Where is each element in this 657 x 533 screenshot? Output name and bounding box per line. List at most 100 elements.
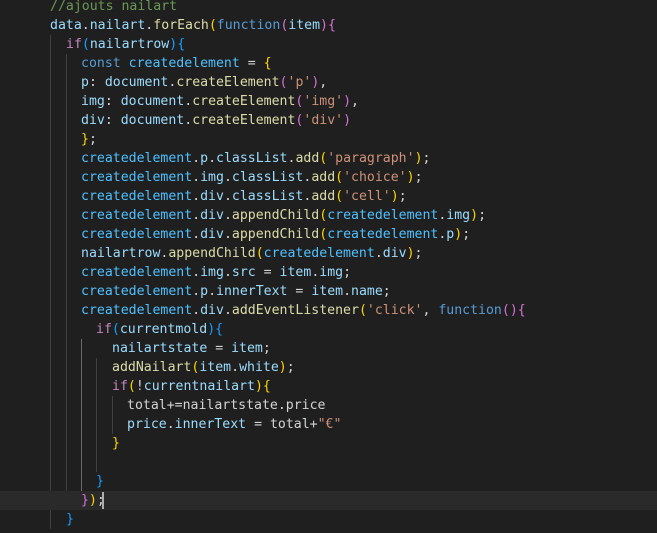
code-editor[interactable]: //ajouts nailart data.nailart.forEach(fun…: [0, 0, 657, 533]
code-token: //ajouts nailart: [50, 0, 178, 14]
code-token: {: [215, 322, 224, 337]
code-token: }: [66, 512, 74, 527]
code-text: price.innerText = total+"€": [127, 415, 341, 434]
code-text: if(nailartrow){: [66, 35, 185, 54]
code-token: :: [104, 113, 121, 128]
code-line[interactable]: createdelement.div.appendChild(createdel…: [0, 206, 657, 225]
code-line[interactable]: nailartstate = item;: [0, 339, 657, 358]
code-line[interactable]: if(nailartrow){: [0, 35, 657, 54]
code-line[interactable]: createdelement.img.classList.add('choice…: [0, 168, 657, 187]
code-text: nailartstate = item;: [112, 339, 271, 358]
code-token: appendChild: [231, 227, 320, 242]
code-line[interactable]: //ajouts nailart: [0, 0, 657, 16]
code-line[interactable]: [0, 453, 657, 472]
code-line[interactable]: createdelement.p.innerText = item.name;: [0, 282, 657, 301]
code-token: img: [200, 265, 224, 280]
code-token: createdelement: [81, 151, 193, 166]
code-line[interactable]: createdelement.img.src = item.img;: [0, 263, 657, 282]
code-line[interactable]: price.innerText = total+"€": [0, 415, 657, 434]
code-token: appendChild: [231, 208, 320, 223]
code-text: total+=nailartstate.price: [127, 396, 326, 415]
code-token: =: [207, 341, 232, 356]
code-line[interactable]: nailartrow.appendChild(createdelement.di…: [0, 244, 657, 263]
code-token: add: [295, 151, 320, 166]
code-text: }: [112, 434, 120, 453]
code-token: "€": [317, 417, 342, 432]
code-token: ): [169, 37, 178, 52]
code-line[interactable]: };: [0, 130, 657, 149]
code-token: nailartrow: [89, 37, 170, 52]
code-line[interactable]: createdelement.p.classList.add('paragrap…: [0, 149, 657, 168]
code-token: {: [517, 303, 526, 318]
code-line[interactable]: data.nailart.forEach(function(item){: [0, 16, 657, 35]
code-token: function: [438, 303, 502, 318]
code-token: div: [81, 113, 105, 128]
code-line[interactable]: if(!currentnailart){: [0, 377, 657, 396]
code-token: ;: [478, 208, 487, 223]
code-token: .: [192, 170, 201, 185]
code-line[interactable]: }: [0, 510, 657, 529]
code-token: item: [288, 18, 321, 33]
code-token: .: [223, 227, 232, 242]
code-token: 'click': [366, 303, 423, 318]
code-token: createdelement: [81, 170, 193, 185]
code-token: innerText: [174, 417, 247, 432]
code-text: const createdelement = {: [81, 54, 272, 73]
code-token: ): [254, 379, 263, 394]
code-line[interactable]: div: document.createElement('div'): [0, 111, 657, 130]
code-line[interactable]: }: [0, 472, 657, 491]
code-line[interactable]: addNailart(item.white);: [0, 358, 657, 377]
text-cursor: [102, 492, 104, 509]
code-token: !: [135, 379, 144, 394]
code-line[interactable]: total+=nailartstate.price: [0, 396, 657, 415]
code-line[interactable]: }: [0, 434, 657, 453]
code-token: 'div': [303, 113, 344, 128]
code-text: }: [96, 472, 104, 491]
code-line[interactable]: if(currentmold){: [0, 320, 657, 339]
code-line[interactable]: createdelement.div.appendChild(createdel…: [0, 225, 657, 244]
code-token: .: [223, 189, 232, 204]
code-token: const: [81, 56, 129, 71]
code-token: ;: [382, 284, 391, 299]
code-line[interactable]: img: document.createElement('img'),: [0, 92, 657, 111]
code-token: document: [120, 94, 185, 109]
code-token: :: [88, 75, 105, 90]
code-token: }: [81, 493, 89, 508]
code-token: div: [200, 227, 224, 242]
code-token: (: [319, 227, 328, 242]
code-line[interactable]: createdelement.div.addEventListener('cli…: [0, 301, 657, 320]
code-text: }: [66, 510, 74, 529]
code-line[interactable]: const createdelement = {: [0, 54, 657, 73]
code-token: function: [216, 18, 281, 33]
code-line[interactable]: p: document.createElement('p'),: [0, 73, 657, 92]
code-token: {: [327, 18, 336, 33]
code-token: item: [199, 360, 232, 375]
code-token: .: [192, 227, 201, 242]
code-token: img: [446, 208, 471, 223]
code-text: createdelement.div.appendChild(createdel…: [81, 206, 486, 225]
code-token: =: [255, 265, 280, 280]
code-token: (: [208, 18, 217, 33]
code-token: ;: [343, 265, 352, 280]
code-token: data: [50, 18, 82, 33]
code-token: createElement: [192, 113, 296, 128]
code-token: ): [390, 189, 399, 204]
code-token: }: [112, 436, 120, 451]
code-token: .: [192, 303, 201, 318]
code-text: addNailart(item.white);: [112, 358, 295, 377]
code-token: if: [96, 322, 112, 337]
code-token: classList: [216, 151, 288, 166]
code-line[interactable]: });: [0, 491, 657, 510]
code-token: 'p': [287, 75, 312, 90]
code-token: .: [81, 18, 90, 33]
code-token: .: [223, 265, 232, 280]
code-token: ): [207, 322, 216, 337]
code-line[interactable]: createdelement.div.classList.add('cell')…: [0, 187, 657, 206]
code-token: createElement: [176, 75, 280, 90]
code-token: 'choice': [343, 170, 407, 185]
code-token: {: [263, 56, 272, 71]
code-token: ;: [414, 170, 423, 185]
code-token: innerText: [216, 284, 288, 299]
code-token: img: [319, 265, 344, 280]
code-text: p: document.createElement('p'),: [81, 73, 327, 92]
